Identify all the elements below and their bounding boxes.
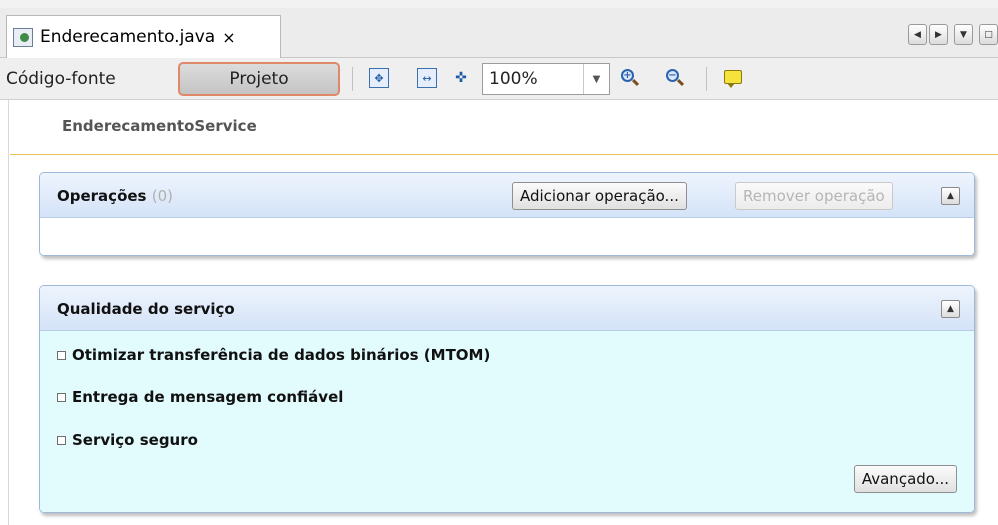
editor-toolbar: Código-fonte Projeto ✥ ↔ ✜ 100% ▼ + − <box>0 58 998 100</box>
fit-center-icon[interactable]: ✜ <box>451 68 471 88</box>
collapse-operations-icon[interactable]: ▲ <box>941 187 960 205</box>
source-view-button[interactable]: Código-fonte <box>6 69 116 89</box>
fit-diagram-icon[interactable]: ✥ <box>369 68 389 88</box>
reliable-delivery-option[interactable]: Entrega de mensagem confiável <box>57 388 343 406</box>
add-operation-button[interactable]: Adicionar operação... <box>512 182 687 210</box>
fit-width-icon[interactable]: ↔ <box>417 68 437 88</box>
mtom-label: Otimizar transferência de dados binários… <box>72 346 491 364</box>
toolbar-separator <box>352 67 353 91</box>
secure-service-checkbox[interactable] <box>57 435 66 445</box>
zoom-value: 100% <box>489 69 538 89</box>
tab-list-dropdown-icon[interactable]: ▼ <box>954 24 973 45</box>
scroll-right-icon[interactable]: ▶ <box>929 24 948 45</box>
reliable-delivery-label: Entrega de mensagem confiável <box>72 388 344 406</box>
operations-title-label: Operações <box>57 187 147 205</box>
tabbar-top-strip <box>0 0 998 8</box>
editor-left-border <box>8 100 9 525</box>
web-service-file-icon <box>13 27 33 47</box>
chevron-down-icon[interactable]: ▼ <box>583 64 609 94</box>
tab-navigation: ◀ ▶ ▼ □ <box>908 24 998 45</box>
tab-title: Enderecamento.java <box>40 27 216 47</box>
zoom-combobox[interactable]: 100% ▼ <box>482 63 610 95</box>
secure-service-label: Serviço seguro <box>72 431 198 449</box>
remove-operation-button[interactable]: Remover operação <box>735 182 893 210</box>
add-comment-icon[interactable] <box>724 70 742 88</box>
operations-count: (0) <box>151 187 173 205</box>
mtom-checkbox[interactable] <box>57 350 66 360</box>
operations-panel-header: Operações (0) Adicionar operação... Remo… <box>40 173 974 218</box>
operations-list <box>40 218 974 255</box>
scroll-left-icon[interactable]: ◀ <box>908 24 927 45</box>
editor-tab-bar: Enderecamento.java × ◀ ▶ ▼ □ <box>0 0 998 58</box>
project-view-button[interactable]: Projeto <box>178 62 340 96</box>
header-divider <box>10 154 998 155</box>
operations-panel: Operações (0) Adicionar operação... Remo… <box>39 172 975 256</box>
collapse-qos-icon[interactable]: ▲ <box>941 300 960 318</box>
mtom-option[interactable]: Otimizar transferência de dados binários… <box>57 346 490 364</box>
advanced-button[interactable]: Avançado... <box>853 465 957 493</box>
qos-panel-header: Qualidade do serviço ▲ <box>40 286 974 331</box>
reliable-delivery-checkbox[interactable] <box>57 392 66 402</box>
qos-panel-body: Otimizar transferência de dados binários… <box>40 331 974 512</box>
close-icon[interactable]: × <box>222 28 235 47</box>
quality-of-service-panel: Qualidade do serviço ▲ Otimizar transfer… <box>39 285 975 513</box>
secure-service-option[interactable]: Serviço seguro <box>57 431 198 449</box>
toolbar-separator <box>706 67 707 91</box>
service-title: EnderecamentoService <box>62 117 257 135</box>
operations-title: Operações (0) <box>57 187 173 205</box>
maximize-window-icon[interactable]: □ <box>979 24 998 45</box>
zoom-out-icon[interactable]: − <box>665 68 685 88</box>
tab-enderecamento-java[interactable]: Enderecamento.java × <box>6 15 281 58</box>
qos-title: Qualidade do serviço <box>57 300 235 318</box>
zoom-in-icon[interactable]: + <box>620 68 640 88</box>
